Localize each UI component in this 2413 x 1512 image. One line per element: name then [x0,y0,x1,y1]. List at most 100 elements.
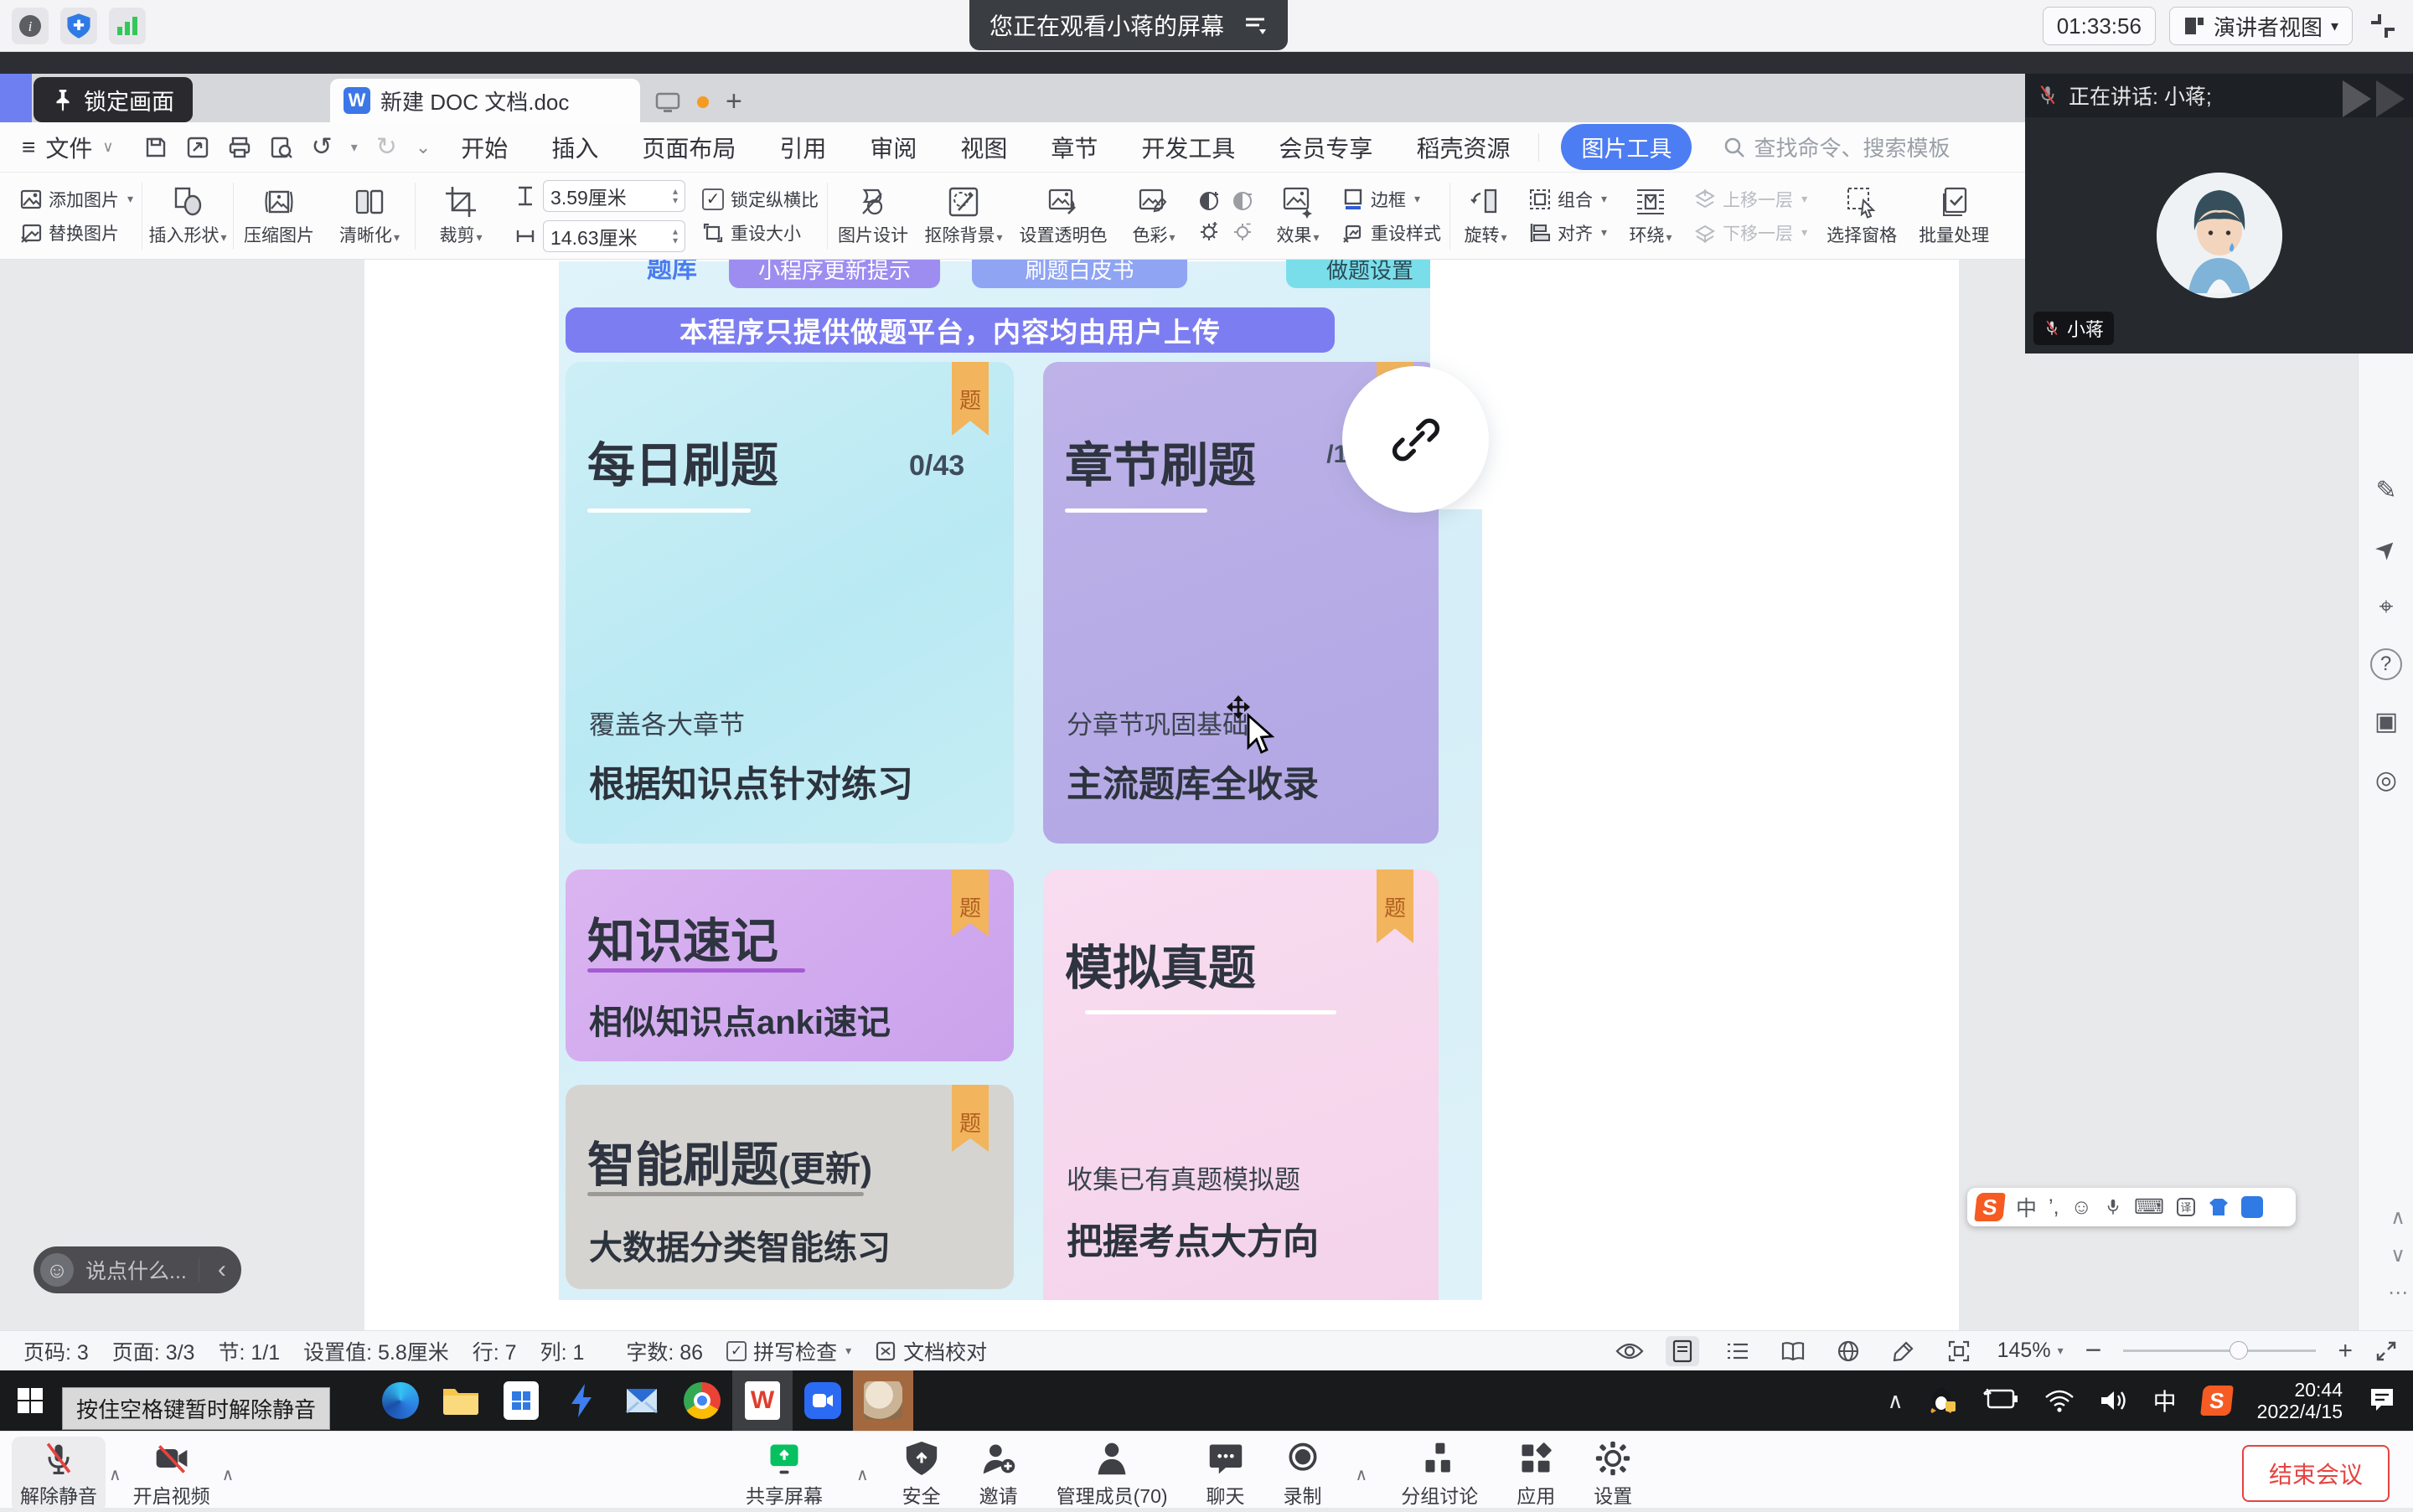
tray-ime-indicator[interactable]: 中 [2153,1384,2177,1417]
eye-protect-icon[interactable] [1615,1341,1644,1361]
file-menu[interactable]: ≡ 文件 ∨ [0,131,136,164]
command-search[interactable]: 查找命令、搜索模板 [1723,132,1950,163]
taskbar-edge[interactable] [370,1370,431,1431]
apps-button[interactable]: 应用 [1508,1437,1563,1512]
wrap-button[interactable]: 环绕▾ [1615,185,1686,247]
start-button[interactable] [0,1370,60,1431]
tab-preview-icon[interactable] [655,91,680,113]
menu-tab-pagelayout[interactable]: 页面布局 [620,131,757,164]
taskbar-wps-active[interactable]: W [732,1370,793,1431]
ime-voice-icon[interactable] [2104,1196,2122,1218]
clarify-button[interactable]: 清晰化▾ [324,185,415,247]
color-button[interactable]: 色彩▾ [1118,185,1190,247]
compress-picture-button[interactable]: 压缩图片 [234,185,324,247]
ime-skin-icon[interactable] [2208,1197,2230,1217]
volume-icon[interactable] [2100,1388,2128,1413]
participant-video[interactable]: 小蒋 [2025,117,2413,353]
ime-translate-icon[interactable]: 译 [2176,1197,2196,1217]
start-video-button[interactable]: 开启视频 [125,1437,219,1512]
sogou-logo-icon[interactable]: S [1974,1193,2006,1221]
breakout-rooms-button[interactable]: 分组讨论 [1393,1437,1486,1512]
width-field[interactable]: ▴▾ [543,220,685,252]
chat-button[interactable]: 聊天 [1198,1437,1253,1512]
tray-expand-icon[interactable]: ∧ [1888,1388,1904,1414]
remove-background-button[interactable]: 抠除背景▾ [918,185,1009,247]
ime-toolbox-icon[interactable] [2241,1196,2263,1218]
undo-caret-icon[interactable]: ▾ [351,139,358,156]
pin-screen-button[interactable]: 锁定画面 [34,77,193,122]
menu-tab-start[interactable]: 开始 [439,131,530,164]
page-nav-more-icon[interactable]: ⋯ [2388,1281,2408,1305]
locate-icon[interactable]: ◎ [2359,751,2413,809]
card-mock-exam[interactable]: 模拟真题 收集已有真题模拟题 把握考点大方向 题 [1043,870,1439,1300]
ink-tools-button[interactable] [1887,1336,1920,1366]
fit-page-button[interactable] [1942,1336,1976,1366]
meeting-security-button[interactable] [60,8,97,44]
card-daily-practice[interactable]: 每日刷题 0/43 覆盖各大章节 根据知识点针对练习 题 [566,362,1014,844]
scroll-up-icon[interactable]: ∧ [2390,1205,2405,1230]
emoji-smiley-icon[interactable]: ☺ [40,1253,74,1287]
save-icon[interactable] [144,136,168,159]
contrast-up-icon[interactable] [1198,190,1220,212]
read-view-button[interactable] [1776,1336,1810,1366]
document-canvas[interactable]: 题库 小程序更新提示 刷题白皮书 做题设置 本程序只提供做题平台，内容均由用户上… [0,260,2358,1330]
export-icon[interactable] [186,136,209,159]
settings-button[interactable]: 设置 [1585,1437,1641,1512]
ime-emoji-icon[interactable]: ☺ [2071,1195,2093,1220]
chat-input-placeholder[interactable]: 说点什么... [85,1255,187,1285]
selection-pane-button[interactable]: 选择窗格 [1816,185,1908,247]
height-field[interactable]: ▴▾ [543,180,685,212]
batch-process-button[interactable]: 批量处理 [1908,185,2000,247]
document-tab[interactable]: W 新建 DOC 文档.doc [330,79,640,122]
record-caret-icon[interactable]: ∧ [1356,1464,1368,1485]
collapse-bubble-icon[interactable]: ‹ [211,1256,233,1284]
share-caret-icon[interactable]: ∧ [856,1464,869,1485]
menu-tab-section[interactable]: 章节 [1029,131,1119,164]
proofread-button[interactable]: 文档校对 [875,1336,987,1366]
crop-button[interactable]: 裁剪▾ [416,185,506,247]
taskbar-photo-app[interactable] [853,1370,913,1431]
menu-tab-review[interactable]: 审阅 [848,131,938,164]
link-fab[interactable] [1342,366,1489,513]
zoom-slider-knob[interactable] [2230,1341,2248,1360]
taskbar-app-flash[interactable] [551,1370,612,1431]
taskbar-explorer[interactable] [431,1370,491,1431]
effect-button[interactable]: 效果▾ [1262,185,1334,247]
sogou-tray-icon[interactable]: S [2200,1386,2234,1416]
view-mode-selector[interactable]: 演讲者视图 ▾ [2169,7,2353,45]
tray-clock[interactable]: 20:44 2022/4/15 [2257,1379,2343,1422]
qq-tray-icon[interactable] [1929,1385,1957,1417]
card-knowledge-memo[interactable]: 知识速记 相似知识点anki速记 题 [566,870,1014,1061]
menu-tab-devtools[interactable]: 开发工具 [1119,131,1257,164]
wps-home-corner[interactable] [0,74,32,122]
width-input[interactable] [550,224,651,247]
sogou-ime-toolbar[interactable]: S 中 ’, ☺ ⌨ 译 [1967,1188,2296,1226]
web-view-button[interactable] [1832,1336,1865,1366]
rotate-button[interactable]: 旋转▾ [1450,185,1521,247]
meeting-network-button[interactable] [109,8,146,44]
fullscreen-icon[interactable] [2374,1339,2398,1363]
menu-tab-view[interactable]: 视图 [938,131,1029,164]
brightness-up-icon[interactable] [1198,220,1220,242]
reset-style-button[interactable]: 重设样式 [1342,220,1441,245]
taskbar-meeting[interactable] [793,1370,853,1431]
taskbar-mail[interactable] [612,1370,672,1431]
action-center-icon[interactable] [2368,1387,2396,1414]
undo-icon[interactable]: ↺ [312,132,333,162]
record-button[interactable]: 录制 [1275,1437,1331,1512]
reset-size-button[interactable]: 重设大小 [702,220,819,245]
contrast-down-icon[interactable] [1232,190,1253,212]
redo-icon[interactable]: ↻ [376,132,397,162]
end-meeting-button[interactable]: 结束会议 [2242,1445,2390,1502]
height-spin-down-icon[interactable]: ▾ [673,196,678,205]
new-tab-button[interactable]: + [726,85,742,118]
meeting-info-button[interactable]: i [12,8,49,44]
set-transparent-button[interactable]: 设置透明色 [1009,185,1118,247]
scroll-down-icon[interactable]: ∨ [2390,1243,2405,1267]
exit-fullscreen-icon[interactable] [2366,9,2400,43]
video-caret-icon[interactable]: ∧ [222,1464,235,1485]
ime-keyboard-icon[interactable]: ⌨ [2134,1195,2164,1220]
wifi-icon[interactable] [2044,1389,2075,1412]
group-button[interactable]: 组合▾ [1529,187,1607,212]
invite-button[interactable]: 邀请 [971,1437,1026,1512]
